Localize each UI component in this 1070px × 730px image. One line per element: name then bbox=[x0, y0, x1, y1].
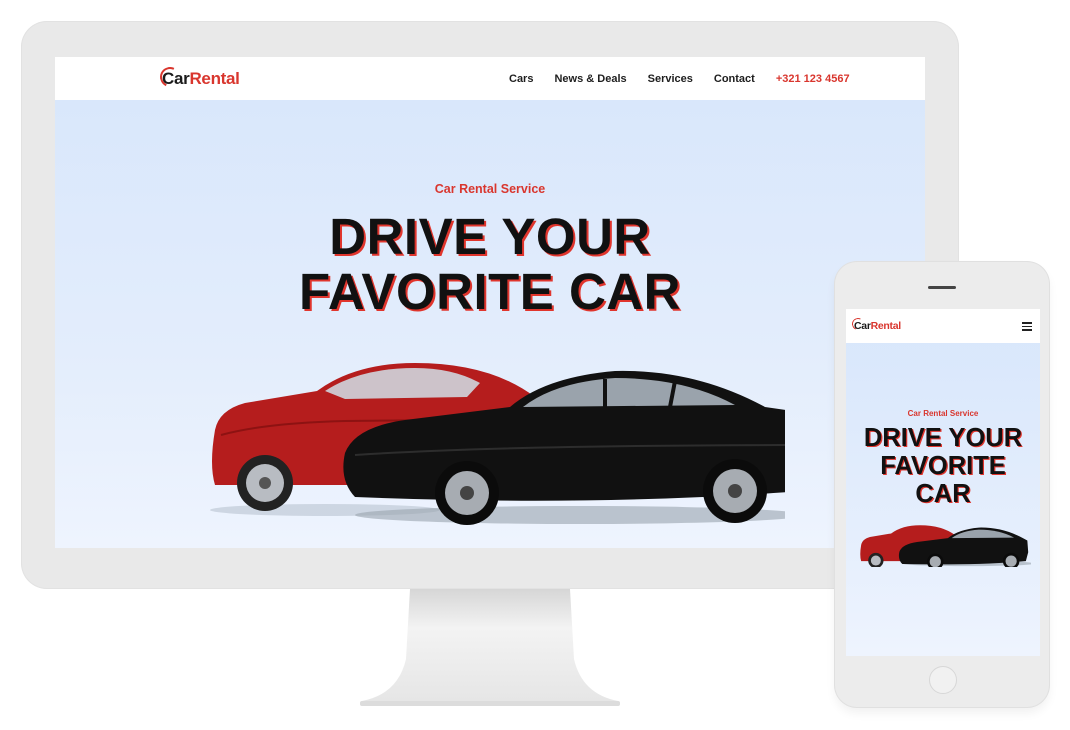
hero-title-line-1: DRIVE YOUR bbox=[329, 208, 651, 265]
mobile-hero-subtitle: Car Rental Service bbox=[907, 409, 979, 418]
hero-title: DRIVE YOUR FAVORITE CAR bbox=[55, 209, 925, 319]
desktop-monitor: Car Rental Cars News & Deals Services Con… bbox=[21, 21, 959, 589]
mobile-hero-title-line-3: CAR bbox=[915, 480, 971, 508]
hero-cars-image bbox=[210, 363, 785, 525]
nav-links: Cars News & Deals Services Contact +321 … bbox=[509, 57, 850, 100]
monitor-stand bbox=[360, 589, 620, 706]
hero-title-line-2: FAVORITE CAR bbox=[299, 263, 681, 320]
hamburger-icon[interactable] bbox=[1022, 322, 1032, 331]
phone-speaker bbox=[928, 286, 956, 289]
desktop-navbar: Car Rental Cars News & Deals Services Con… bbox=[55, 57, 925, 100]
desktop-screen: Car Rental Cars News & Deals Services Con… bbox=[55, 57, 925, 548]
mobile-hero-title-line-2: FAVORITE bbox=[880, 452, 1006, 480]
mobile-logo-text-rental: Rental bbox=[870, 320, 902, 332]
mobile-brand-logo[interactable]: Car Rental bbox=[850, 316, 902, 334]
nav-item-contact[interactable]: Contact bbox=[714, 73, 755, 85]
mobile-hero-title: DRIVE YOUR FAVORITE CAR bbox=[846, 424, 1040, 508]
brand-logo[interactable]: Car Rental bbox=[157, 64, 240, 92]
phone-home-button[interactable] bbox=[929, 666, 957, 694]
hero-subtitle: Car Rental Service bbox=[434, 182, 546, 196]
nav-item-news-deals[interactable]: News & Deals bbox=[554, 73, 626, 85]
nav-phone-link[interactable]: +321 123 4567 bbox=[776, 73, 850, 85]
mobile-screen: Car Rental Car Rental Service DRIVE YOUR … bbox=[846, 309, 1040, 656]
mobile-navbar: Car Rental bbox=[846, 309, 1040, 343]
mobile-phone: Car Rental Car Rental Service DRIVE YOUR … bbox=[835, 262, 1049, 707]
mobile-hero-title-line-1: DRIVE YOUR bbox=[863, 424, 1023, 452]
logo-text-rental: Rental bbox=[189, 69, 240, 88]
nav-item-cars[interactable]: Cars bbox=[509, 73, 533, 85]
nav-item-services[interactable]: Services bbox=[648, 73, 693, 85]
mobile-cars-image bbox=[860, 525, 1031, 567]
